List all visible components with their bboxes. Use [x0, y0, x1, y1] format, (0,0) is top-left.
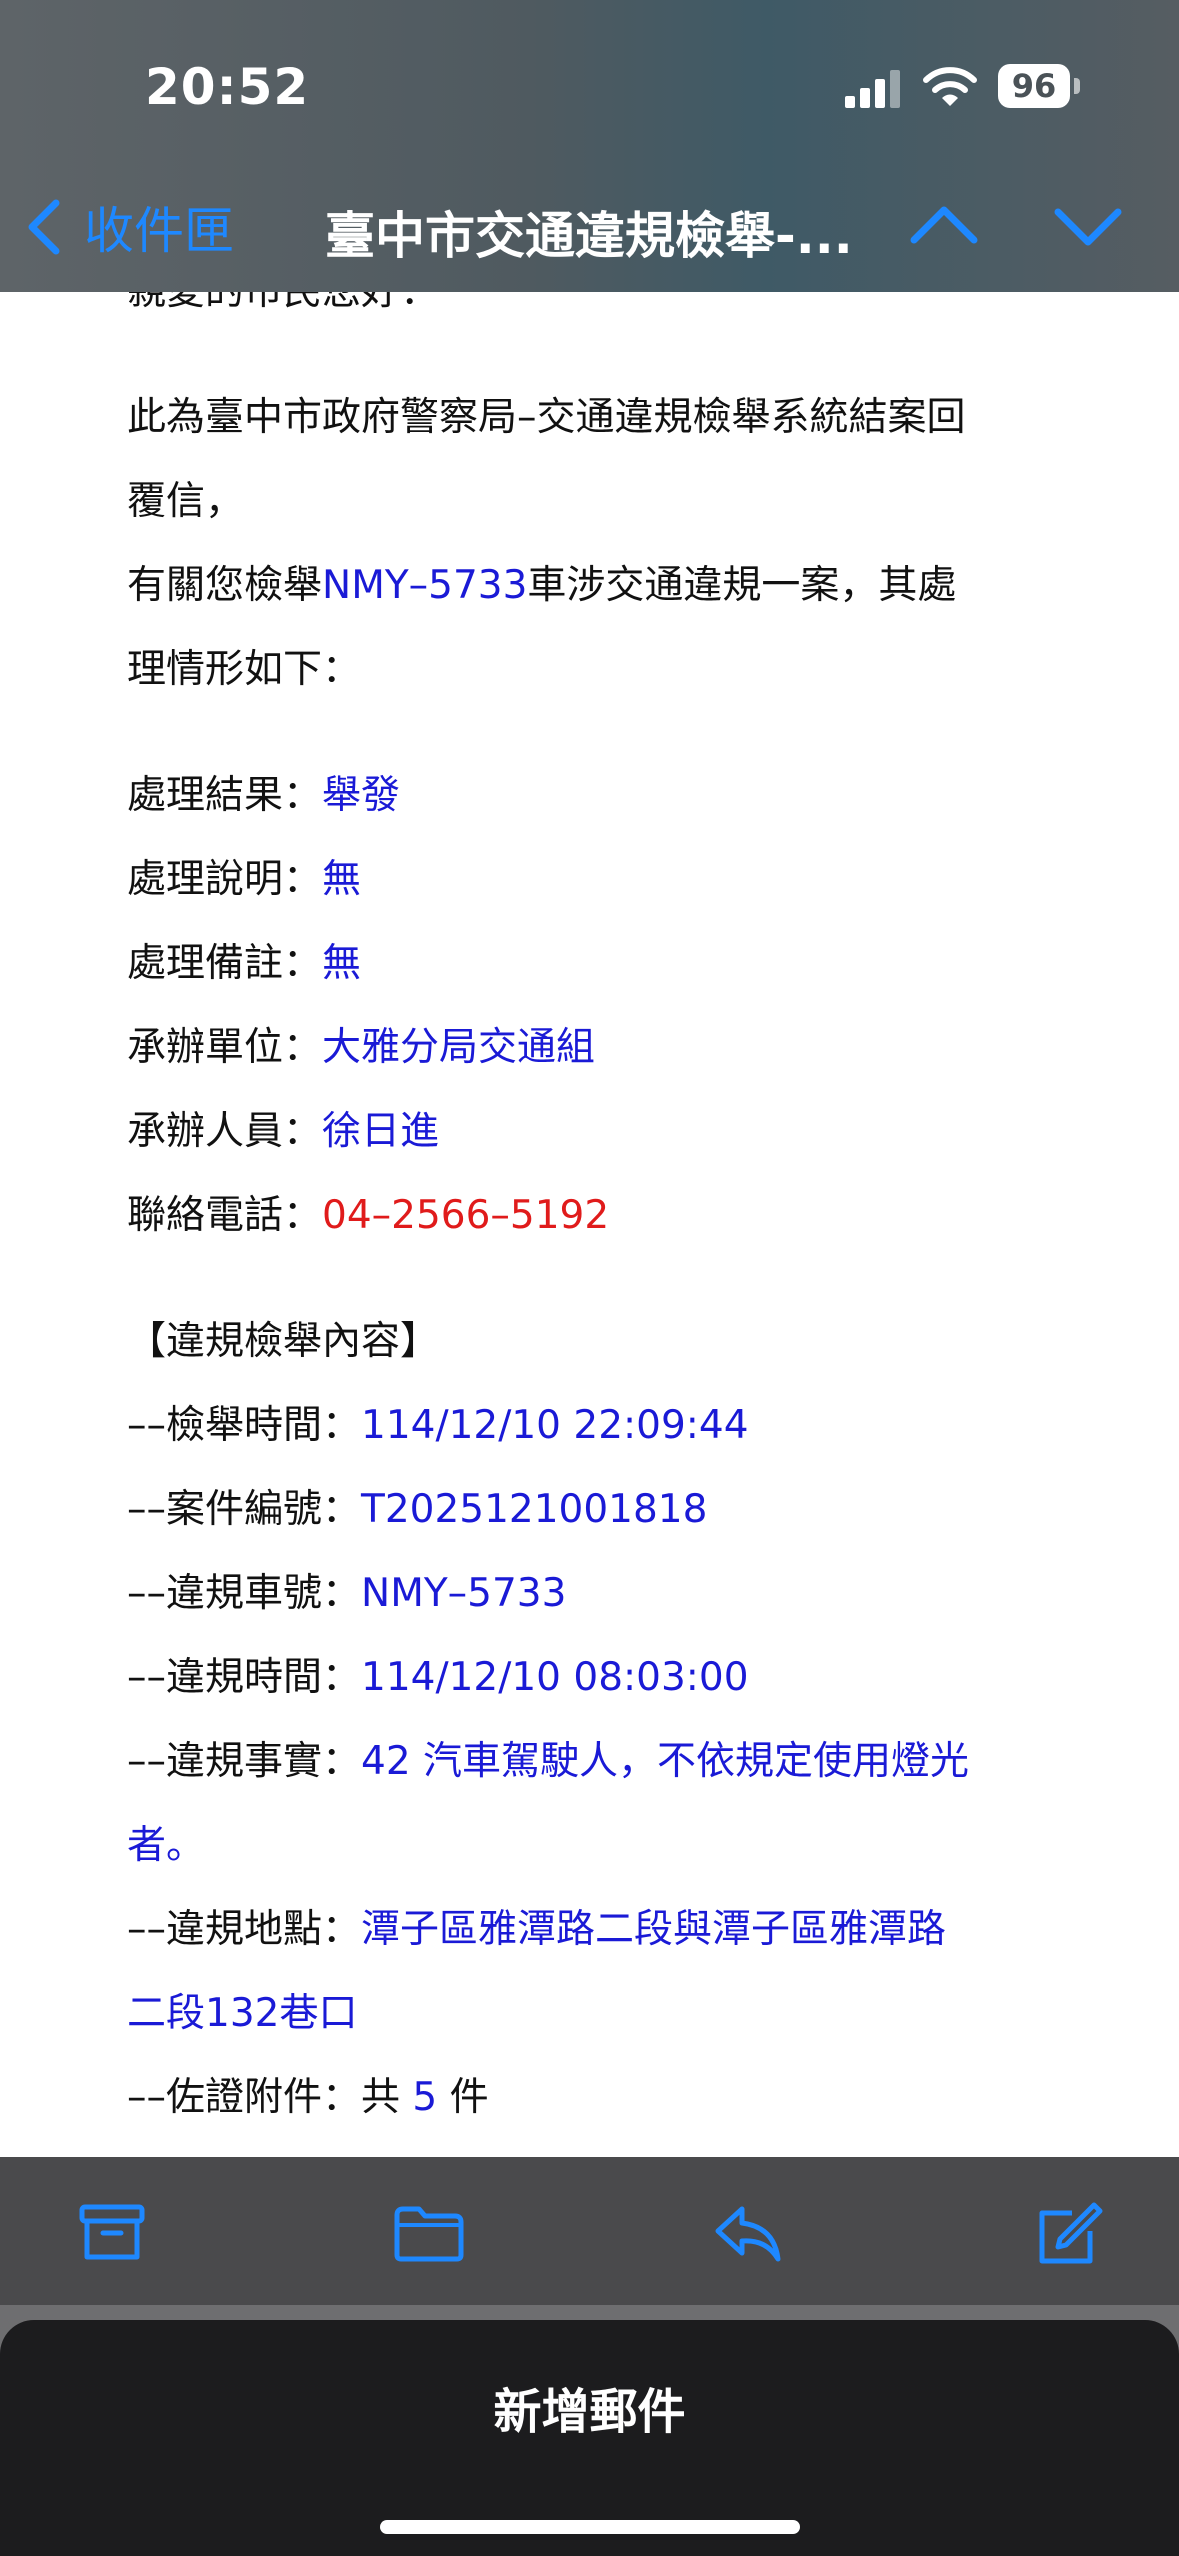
detail-row: 處理備註：無 — [127, 922, 1057, 1006]
home-indicator[interactable] — [380, 2520, 800, 2534]
phone-row: 聯絡電話：04–2566–5192 — [127, 1174, 1057, 1258]
battery-cap — [1074, 78, 1080, 94]
report-label: ––案件編號： — [127, 1487, 362, 1532]
detail-label: 處理說明： — [127, 857, 323, 902]
battery-level: 96 — [998, 64, 1070, 108]
report-label: ––檢舉時間： — [127, 1403, 362, 1448]
intro-line-plate: 有關您檢舉NMY–5733車涉交通違規一案，其處 — [127, 544, 1057, 628]
detail-label: 處理結果： — [127, 773, 323, 818]
detail-value: 無 — [322, 941, 362, 986]
compose-icon[interactable] — [1032, 2201, 1104, 2265]
detail-label: 承辦單位： — [127, 1025, 323, 1070]
intro-suffix: 車涉交通違規一案，其處 — [527, 563, 957, 608]
detail-value: 徐日進 — [322, 1109, 440, 1154]
attachment-row: ––佐證附件：共 5 件 — [127, 2056, 1057, 2140]
detail-value: 舉發 — [322, 773, 401, 818]
detail-label: 處理備註： — [127, 941, 323, 986]
new-mail-sheet[interactable]: 新增郵件 — [0, 2320, 1179, 2556]
attachment-count: 5 — [412, 2075, 438, 2120]
intro-line: 覆信， — [127, 479, 245, 524]
archive-icon[interactable] — [76, 2201, 148, 2265]
report-label: ––違規地點： — [127, 1907, 362, 1952]
report-row: ––檢舉時間：114/12/10 22:09:44 — [127, 1384, 1057, 1468]
back-button[interactable]: 收件匣 — [22, 192, 234, 262]
detail-row: 承辦單位：大雅分局交通組 — [127, 1006, 1057, 1090]
violation-place-continued[interactable]: 二段132巷口 — [127, 1972, 1057, 2056]
intro-line: 此為臺中市政府警察局–交通違規檢舉系統結案回 — [127, 395, 966, 440]
detail-value: 無 — [322, 857, 362, 902]
section-title: 【違規檢舉內容】 — [127, 1319, 440, 1364]
chevron-left-icon — [28, 199, 60, 255]
detail-row: 處理說明：無 — [127, 838, 1057, 922]
report-value[interactable]: 114/12/10 08:03:00 — [361, 1655, 749, 1700]
detail-value: 大雅分局交通組 — [322, 1025, 596, 1070]
top-bar: 20:52 96 收件匣 臺中市交通違規檢舉-... — [0, 0, 1179, 292]
email-body: 親愛的市民您好： 此為臺中市政府警察局–交通違規檢舉系統結案回 覆信， 有關您檢… — [127, 250, 1057, 2140]
attachment-suffix: 件 — [437, 2075, 489, 2120]
battery-indicator: 96 — [998, 64, 1080, 108]
report-row: ––違規時間：114/12/10 08:03:00 — [127, 1636, 1057, 1720]
folder-icon[interactable] — [393, 2201, 465, 2265]
intro-line: 理情形如下： — [127, 647, 362, 692]
status-time: 20:52 — [145, 58, 310, 116]
report-value[interactable]: 114/12/10 22:09:44 — [361, 1403, 749, 1448]
report-value: NMY–5733 — [361, 1571, 567, 1616]
back-button-label: 收件匣 — [84, 202, 234, 260]
report-row: ––案件編號：T2025121001818 — [127, 1468, 1057, 1552]
report-label: ––佐證附件：共 — [127, 2075, 413, 2120]
violation-fact-row: ––違規事實：42 汽車駕駛人，不依規定使用燈光 — [127, 1720, 1057, 1804]
detail-row: 處理結果：舉發 — [127, 754, 1057, 838]
report-row: ––違規車號：NMY–5733 — [127, 1552, 1057, 1636]
previous-message-chevron-up-icon[interactable] — [908, 196, 980, 256]
report-label: ––違規事實： — [127, 1739, 362, 1784]
detail-row: 承辦人員：徐日進 — [127, 1090, 1057, 1174]
violation-fact-continued: 者。 — [127, 1823, 206, 1868]
intro-plate-number[interactable]: NMY–5733 — [322, 563, 527, 608]
violation-fact-value: 42 汽車駕駛人，不依規定使用燈光 — [361, 1739, 970, 1784]
new-mail-label: 新增郵件 — [493, 2384, 686, 2440]
cellular-signal-icon — [845, 70, 900, 108]
email-subject-title: 臺中市交通違規檢舉-... — [325, 207, 853, 265]
violation-place-row: ––違規地點：潭子區雅潭路二段與潭子區雅潭路 — [127, 1888, 1057, 1972]
next-message-chevron-down-icon[interactable] — [1052, 196, 1124, 256]
phone-label: 聯絡電話： — [127, 1193, 323, 1238]
report-label: ––違規車號： — [127, 1571, 362, 1616]
phone-link[interactable]: 04–2566–5192 — [322, 1193, 609, 1238]
intro-prefix: 有關您檢舉 — [127, 563, 323, 608]
reply-icon[interactable] — [712, 2201, 784, 2265]
violation-place-value[interactable]: 潭子區雅潭路二段與潭子區雅潭路 — [361, 1907, 946, 1952]
mail-toolbar — [0, 2157, 1179, 2305]
report-label: ––違規時間： — [127, 1655, 362, 1700]
wifi-icon — [923, 67, 977, 106]
detail-label: 承辦人員： — [127, 1109, 323, 1154]
report-value: T2025121001818 — [361, 1487, 708, 1532]
